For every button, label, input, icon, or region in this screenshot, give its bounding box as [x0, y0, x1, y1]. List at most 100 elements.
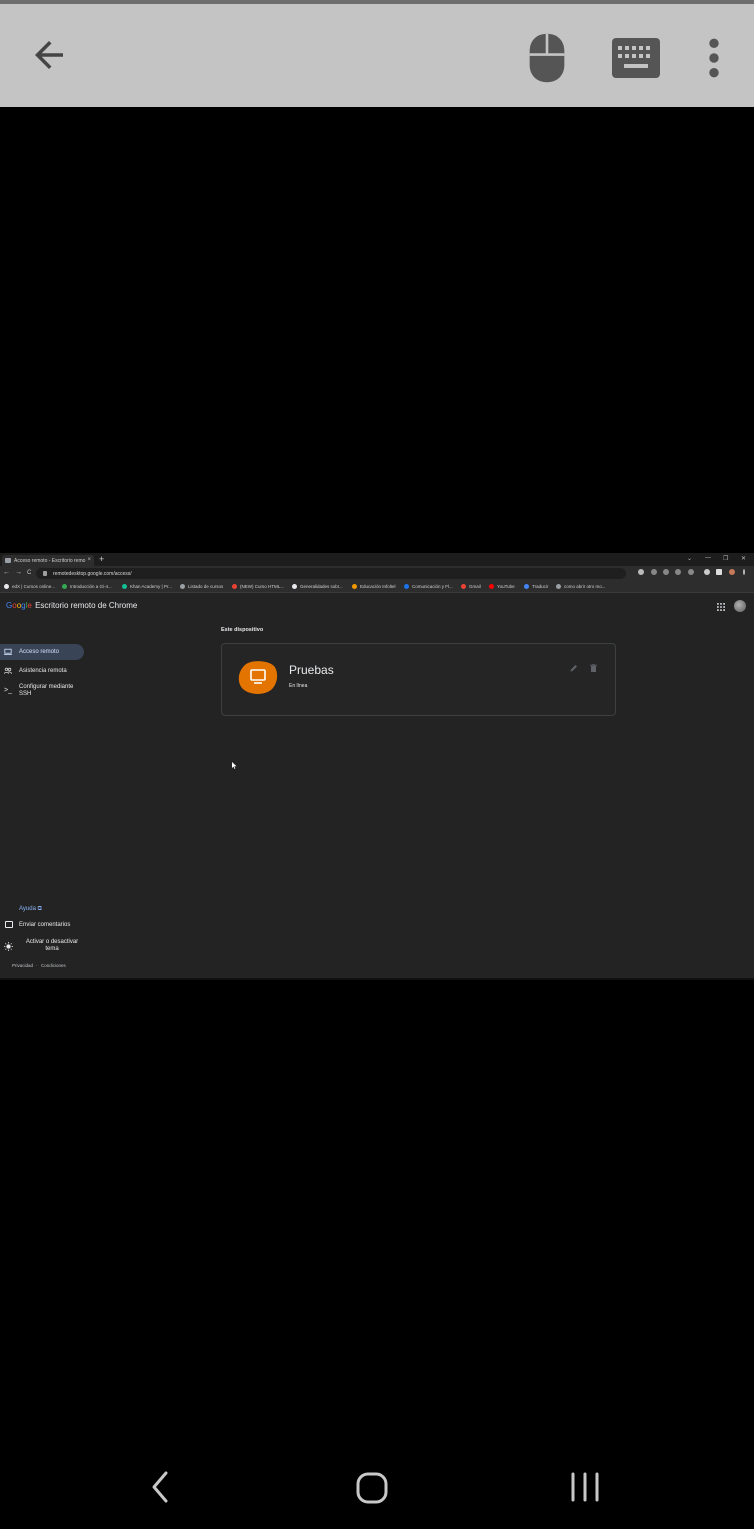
lock-icon: [43, 571, 47, 576]
url-text: remotedesktop.google.com/access/: [53, 571, 132, 577]
account-avatar[interactable]: [734, 600, 746, 612]
tab-favicon-icon: [5, 558, 11, 563]
bookmark-item[interactable]: Introducción a Gi-4...: [62, 584, 112, 589]
browser-tab-bar: Acceso remoto - Escritorio remo × + ⌄ — …: [0, 553, 754, 566]
bookmark-item[interactable]: Traducir: [524, 584, 548, 589]
bookmark-label: Gmail: [469, 584, 481, 589]
new-tab-icon[interactable]: +: [99, 554, 104, 564]
product-name: Escritorio remoto de Chrome: [35, 601, 138, 610]
trash-icon[interactable]: [590, 664, 597, 672]
minimize-icon[interactable]: —: [705, 555, 711, 561]
bookmark-item[interactable]: (NEW) Curso HTML...: [232, 584, 284, 589]
bookmark-item[interactable]: Educación Infoltel: [352, 584, 396, 589]
bookmark-label: (NEW) Curso HTML...: [240, 584, 285, 589]
people-icon: [4, 667, 12, 674]
bookmark-favicon-icon: [232, 584, 237, 589]
tab-title: Acceso remoto - Escritorio remo: [14, 558, 86, 564]
bookmark-favicon-icon: [122, 584, 127, 589]
extension-icon[interactable]: [638, 569, 644, 575]
nav-home-icon[interactable]: [355, 1471, 389, 1505]
bookmark-item[interactable]: Generalidades sobr...: [292, 584, 343, 589]
sidebar-item-ssh[interactable]: Configurar mediante SSH: [19, 684, 81, 698]
puzzle-icon[interactable]: [704, 569, 710, 575]
send-feedback-link[interactable]: Enviar comentarios: [19, 922, 70, 928]
bookmark-favicon-icon: [292, 584, 297, 589]
profile-icon[interactable]: [729, 569, 735, 575]
pencil-icon[interactable]: [570, 664, 578, 672]
bookmark-favicon-icon: [352, 584, 357, 589]
back-arrow-icon[interactable]: [28, 34, 70, 76]
bookmark-item[interactable]: Comunicación y Fl...: [404, 584, 453, 589]
terms-link[interactable]: Condiciones: [41, 963, 66, 968]
bookmark-label: YouTube: [497, 584, 515, 589]
android-nav-bar: [0, 1450, 754, 1529]
mouse-icon[interactable]: [526, 32, 568, 84]
app-header: Google Escritorio remoto de Chrome: [0, 593, 754, 617]
nav-back-icon[interactable]: [148, 1470, 172, 1504]
nav-recents-icon[interactable]: [568, 1472, 602, 1502]
bookmark-favicon-icon: [62, 584, 67, 589]
tab-search-icon[interactable]: ⌄: [687, 555, 692, 562]
logo-letter: e: [27, 601, 32, 610]
toggle-theme-link[interactable]: Activar o desactivar tema: [22, 939, 82, 953]
device-name: Pruebas: [289, 663, 334, 677]
bookmark-favicon-icon: [4, 584, 9, 589]
terminal-icon: >_: [4, 687, 12, 694]
star-icon[interactable]: [688, 569, 694, 575]
keyboard-icon[interactable]: [612, 38, 660, 78]
sidebar-item-label: Asistencia remota: [19, 668, 67, 674]
bookmark-favicon-icon: [556, 584, 561, 589]
tab-close-icon[interactable]: ×: [87, 557, 91, 563]
help-link[interactable]: Ayuda ⧉: [19, 906, 42, 913]
mouse-cursor-icon: [232, 762, 237, 769]
product-logo[interactable]: Google Escritorio remoto de Chrome: [6, 601, 137, 610]
theme-toggle-icon[interactable]: [4, 942, 13, 951]
reload-icon[interactable]: C: [27, 570, 31, 576]
laptop-icon: [4, 648, 12, 655]
apps-grid-icon[interactable]: [717, 603, 725, 611]
bookmark-favicon-icon: [524, 584, 529, 589]
sidepanel-icon[interactable]: [716, 569, 722, 575]
browser-tab[interactable]: Acceso remoto - Escritorio remo ×: [2, 555, 94, 566]
more-options-icon[interactable]: [700, 36, 728, 80]
bookmark-item[interactable]: como abrir otro mo...: [556, 584, 606, 589]
bookmark-label: edX | Cursos online...: [12, 584, 55, 589]
bookmark-label: Educación Infoltel: [360, 584, 396, 589]
bookmark-label: como abrir otro mo...: [564, 584, 606, 589]
device-monitor-icon: [238, 661, 278, 694]
device-card[interactable]: Pruebas En línea: [221, 643, 616, 716]
kebab-icon[interactable]: [743, 569, 745, 575]
bookmark-favicon-icon: [180, 584, 185, 589]
section-title: Este dispositivo: [221, 627, 264, 633]
extension-icon[interactable]: [675, 569, 681, 575]
address-bar[interactable]: remotedesktop.google.com/access/: [36, 568, 626, 579]
bookmark-favicon-icon: [489, 584, 494, 589]
bookmark-item[interactable]: Gmail: [461, 584, 481, 589]
bookmark-label: Listado de cursos: [188, 584, 224, 589]
bookmark-favicon-icon: [404, 584, 409, 589]
forward-icon[interactable]: →: [15, 569, 22, 576]
restore-icon[interactable]: ❐: [723, 555, 728, 562]
sidebar-item-label: Acceso remoto: [19, 649, 60, 655]
extension-icon[interactable]: [663, 569, 669, 575]
bookmark-label: Comunicación y Fl...: [412, 584, 453, 589]
bookmark-item[interactable]: Khan Academy | Pr...: [122, 584, 172, 589]
feedback-icon: [5, 921, 13, 928]
bookmark-item[interactable]: Listado de cursos: [180, 584, 223, 589]
privacy-link[interactable]: Privacidad: [12, 963, 33, 968]
remote-desktop-view[interactable]: Acceso remoto - Escritorio remo × + ⌄ — …: [0, 553, 754, 980]
remote-bottom-edge: [0, 978, 754, 980]
browser-toolbar: ← → C remotedesktop.google.com/access/: [0, 566, 754, 581]
bookmark-label: Introducción a Gi-4...: [70, 584, 112, 589]
bookmark-item[interactable]: YouTube: [489, 584, 515, 589]
bookmark-item[interactable]: edX | Cursos online...: [4, 584, 55, 589]
back-icon[interactable]: ←: [3, 569, 10, 576]
bookmarks-bar: edX | Cursos online... Introducción a Gi…: [0, 581, 754, 593]
device-status: En línea: [289, 683, 308, 689]
footer-separator: ·: [36, 963, 38, 968]
close-window-icon[interactable]: ✕: [741, 555, 746, 562]
sidebar-item-remote-access[interactable]: Acceso remoto: [0, 644, 84, 660]
extension-icon[interactable]: [651, 569, 657, 575]
bookmark-label: Khan Academy | Pr...: [130, 584, 172, 589]
bookmark-label: Generalidades sobr...: [300, 584, 343, 589]
